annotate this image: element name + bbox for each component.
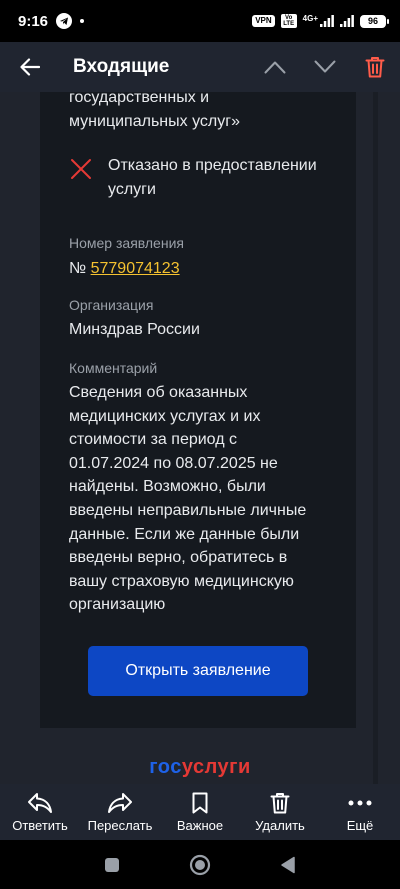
delete-button[interactable]: Удалить <box>240 784 320 840</box>
signal-icon <box>320 15 334 27</box>
app-header: Входящие <box>0 42 400 92</box>
logo-part-uslugi: услуги <box>181 756 251 778</box>
square-icon <box>105 857 119 872</box>
application-number-link[interactable]: 5779074123 <box>91 260 180 277</box>
status-time: 9:16 <box>18 12 49 30</box>
status-bar: 9:16 VPN Vo LTE 4G+ 96 <box>0 0 400 42</box>
reply-label: Ответить <box>12 818 68 833</box>
header-actions <box>250 42 400 92</box>
home-button[interactable] <box>156 840 244 889</box>
service-name-text: государственных и муниципальных услуг» <box>69 92 240 130</box>
important-button[interactable]: Важное <box>160 784 240 840</box>
forward-label: Переслать <box>87 818 153 833</box>
system-nav-bar <box>0 840 400 889</box>
forward-button[interactable]: Переслать <box>80 784 160 840</box>
volte-badge: Vo LTE <box>280 14 297 28</box>
gosuslugi-logo: госуслуги <box>0 756 400 779</box>
logo-part-gos: гос <box>149 756 182 778</box>
more-dots-icon <box>348 800 372 806</box>
reply-button[interactable]: Ответить <box>0 784 80 840</box>
status-text: Отказано в предоставлении услуги <box>108 157 317 198</box>
application-status: Отказано в предоставлении услуги <box>69 154 339 202</box>
chevron-down-icon <box>314 60 336 73</box>
network-type: 4G+ <box>302 13 318 23</box>
circle-home-icon <box>189 854 211 875</box>
open-application-button[interactable]: Открыть заявление <box>88 646 308 696</box>
battery-icon: 96 <box>360 14 389 28</box>
back-nav-button[interactable] <box>244 840 332 889</box>
chevron-up-icon <box>264 61 286 74</box>
application-number-prefix: № <box>69 260 91 277</box>
previous-message-button[interactable] <box>250 42 300 92</box>
trash-icon <box>365 57 385 78</box>
comment-label: Комментарий <box>69 360 158 376</box>
arrow-left-icon <box>20 58 40 76</box>
scroll-edge <box>373 92 378 784</box>
vpn-badge: VPN <box>252 15 275 27</box>
comment-text: Сведения об оказанных медицинских услуга… <box>69 384 307 614</box>
telegram-icon <box>56 13 73 29</box>
next-message-button[interactable] <box>300 42 350 92</box>
more-button[interactable]: Ещё <box>320 784 400 840</box>
message-actions-bar: Ответить Переслать Важное Удалить Ещё <box>0 784 400 840</box>
rejected-x-icon <box>71 159 91 179</box>
trash-icon <box>270 793 290 814</box>
message-content[interactable]: государственных и муниципальных услуг» О… <box>0 92 400 784</box>
organization-value: Минздрав России <box>69 321 200 338</box>
status-indicators: VPN Vo LTE 4G+ 96 <box>252 13 389 28</box>
bookmark-icon <box>192 792 208 814</box>
application-number: № 5779074123 <box>69 257 180 281</box>
delete-message-button[interactable] <box>350 42 400 92</box>
triangle-back-icon <box>281 856 295 873</box>
message-card: государственных и муниципальных услуг» О… <box>40 92 356 728</box>
recents-button[interactable] <box>68 840 156 889</box>
back-button[interactable] <box>0 42 60 92</box>
delete-label: Удалить <box>255 818 305 833</box>
notification-dot-icon <box>80 19 85 23</box>
application-number-label: Номер заявления <box>69 235 184 251</box>
forward-icon <box>108 793 132 813</box>
reply-icon <box>28 793 52 813</box>
service-name: государственных и муниципальных услуг» <box>69 92 339 134</box>
signal-icon-2 <box>340 15 354 27</box>
page-title: Входящие <box>73 56 170 77</box>
battery-level: 96 <box>367 15 378 26</box>
important-label: Важное <box>176 818 224 833</box>
organization-label: Организация <box>69 297 154 313</box>
more-label: Ещё <box>346 818 374 833</box>
